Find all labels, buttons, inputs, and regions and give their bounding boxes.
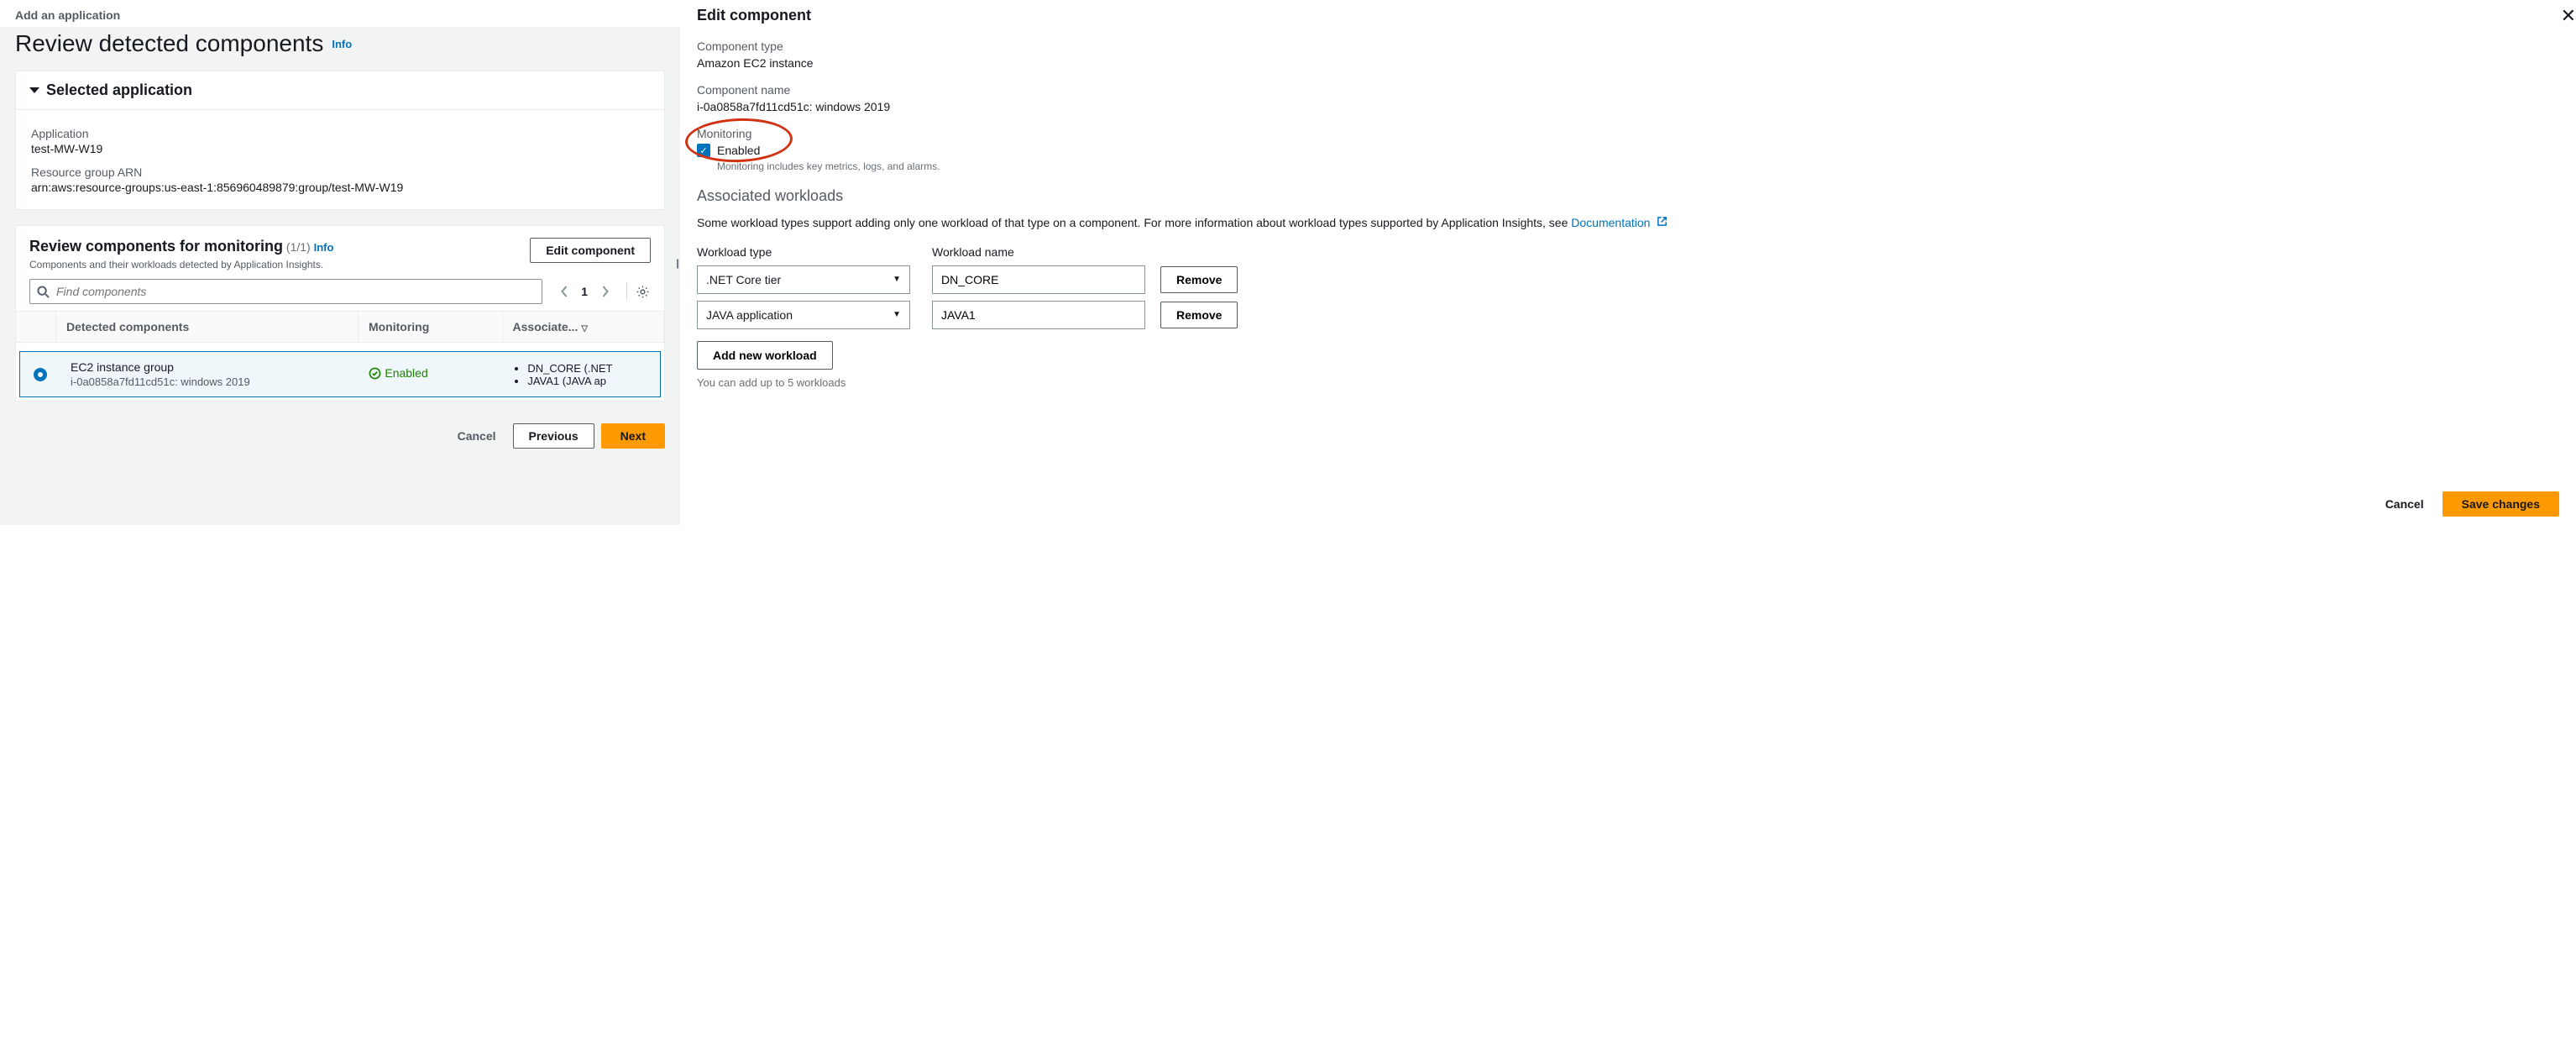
documentation-link[interactable]: Documentation (1571, 216, 1650, 229)
components-count: (1/1) (286, 240, 311, 254)
add-workload-help: You can add up to 5 workloads (697, 376, 2559, 389)
workload-type-header: Workload type (697, 245, 932, 259)
workload-row: JAVA application▼ Remove (697, 301, 2559, 329)
workload-name-input[interactable] (932, 301, 1145, 329)
chevron-down-icon: ▼ (893, 310, 901, 319)
page-prev-icon[interactable] (556, 283, 573, 300)
associated-workloads-heading: Associated workloads (697, 187, 2559, 205)
cancel-button[interactable]: Cancel (448, 423, 506, 449)
monitoring-checkbox[interactable]: ✓ (697, 144, 710, 157)
selected-application-panel: Selected application Application test-MW… (15, 71, 665, 210)
save-changes-button[interactable]: Save changes (2442, 491, 2559, 517)
drawer-cancel-button[interactable]: Cancel (2375, 492, 2434, 516)
application-label: Application (31, 127, 649, 140)
gear-icon[interactable] (634, 283, 651, 300)
workload-name-header: Workload name (932, 245, 1150, 259)
status-badge: Enabled (369, 366, 427, 380)
monitoring-enabled-text: Enabled (717, 144, 760, 157)
caret-down-icon (29, 87, 39, 93)
page-number: 1 (581, 285, 588, 298)
add-workload-button[interactable]: Add new workload (697, 341, 833, 370)
row-component-name: EC2 instance group (71, 360, 348, 374)
workload-type-select[interactable]: JAVA application▼ (697, 301, 910, 329)
drawer-title: Edit component (697, 0, 2559, 24)
components-title: Review components for monitoring (29, 238, 283, 255)
search-components[interactable] (29, 279, 542, 304)
associated-list: DN_CORE (.NET JAVA1 (JAVA ap (510, 362, 650, 387)
divider (626, 282, 627, 301)
row-radio[interactable] (34, 368, 47, 381)
components-subtext: Components and their workloads detected … (29, 259, 333, 270)
remove-workload-button[interactable]: Remove (1160, 266, 1238, 293)
chevron-down-icon: ▼ (893, 275, 901, 284)
sort-caret-icon: ▽ (581, 324, 588, 333)
monitoring-label: Monitoring (697, 127, 760, 140)
component-type-value: Amazon EC2 instance (697, 56, 2559, 70)
drawer-resize-handle[interactable]: || (676, 257, 678, 269)
page-next-icon[interactable] (596, 283, 613, 300)
col-monitoring[interactable]: Monitoring (359, 312, 503, 342)
check-circle-icon (369, 367, 381, 380)
remove-workload-button[interactable]: Remove (1160, 302, 1238, 328)
workload-type-select[interactable]: .NET Core tier▼ (697, 265, 910, 294)
edit-component-button[interactable]: Edit component (530, 238, 651, 263)
selected-app-title: Selected application (46, 81, 192, 99)
application-value: test-MW-W19 (31, 142, 649, 155)
external-link-icon (1657, 215, 1668, 232)
next-button[interactable]: Next (601, 423, 665, 449)
arn-label: Resource group ARN (31, 165, 649, 179)
component-name-value: i-0a0858a7fd11cd51c: windows 2019 (697, 100, 2559, 113)
panel-header-toggle[interactable]: Selected application (16, 71, 664, 110)
components-info-link[interactable]: Info (314, 241, 334, 254)
associated-workloads-description: Some workload types support adding only … (697, 215, 2559, 232)
search-icon (37, 286, 50, 298)
component-name-label: Component name (697, 83, 2559, 97)
components-panel: Review components for monitoring (1/1) I… (15, 225, 665, 402)
component-type-label: Component type (697, 39, 2559, 53)
col-associated[interactable]: Associate...▽ (503, 312, 664, 342)
workload-name-input[interactable] (932, 265, 1145, 294)
info-link[interactable]: Info (332, 38, 352, 50)
row-component-id: i-0a0858a7fd11cd51c: windows 2019 (71, 375, 348, 388)
arn-value: arn:aws:resource-groups:us-east-1:856960… (31, 181, 649, 194)
monitoring-help-text: Monitoring includes key metrics, logs, a… (717, 160, 2559, 172)
workload-row: .NET Core tier▼ Remove (697, 265, 2559, 294)
page-title: Review detected components (15, 30, 323, 57)
close-icon[interactable]: ✕ (2561, 5, 2576, 27)
table-header: Detected components Monitoring Associate… (16, 311, 664, 343)
breadcrumb: Add an application (0, 0, 680, 27)
col-detected-components[interactable]: Detected components (56, 312, 359, 342)
search-input[interactable] (55, 284, 535, 299)
previous-button[interactable]: Previous (513, 423, 594, 449)
table-row[interactable]: EC2 instance group i-0a0858a7fd11cd51c: … (19, 351, 661, 397)
